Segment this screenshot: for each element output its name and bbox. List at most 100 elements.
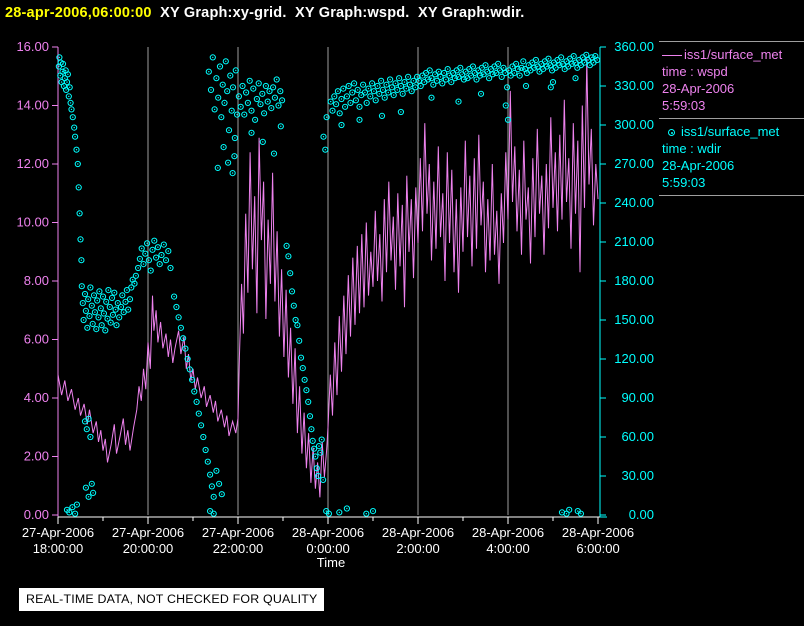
wdir-point-dot	[346, 507, 348, 510]
wdir-point-dot	[112, 314, 114, 316]
wdir-point-dot	[103, 312, 105, 315]
wdir-point-dot	[488, 77, 490, 79]
wdir-point-dot	[133, 282, 136, 285]
wdir-point-dot	[165, 259, 167, 261]
right-axis-tick-label: 270.00	[614, 156, 654, 171]
wdir-point-dot	[79, 238, 82, 241]
wdir-point-dot	[353, 82, 355, 85]
right-axis-tick-label: 180.00	[614, 273, 654, 288]
wdir-point-dot	[293, 305, 295, 307]
wdir-point-dot	[337, 90, 339, 92]
legend-variable-label: time : wspd	[662, 64, 728, 79]
wdir-point-dot	[231, 110, 233, 112]
wdir-point-dot	[213, 108, 216, 111]
wdir-point-dot	[148, 259, 150, 261]
wdir-point-dot	[511, 65, 514, 68]
wdir-point-dot	[429, 69, 431, 72]
wdir-point-dot	[402, 93, 404, 95]
wdir-point-dot	[151, 249, 154, 251]
wdir-point-dot	[104, 329, 107, 332]
wdir-point-dot	[463, 78, 465, 81]
wdir-point-dot	[250, 110, 253, 112]
wdir-point-dot	[87, 298, 89, 300]
wdir-point-dot	[189, 368, 191, 371]
left-axis-tick-label: 16.00	[16, 39, 49, 54]
wdir-point-dot	[535, 59, 537, 61]
wdir-point-dot	[407, 76, 409, 78]
wdir-point-dot	[111, 297, 113, 299]
wdir-point-dot	[567, 65, 569, 68]
wdir-point-dot	[208, 71, 210, 73]
wdir-point-dot	[391, 86, 393, 89]
wdir-point-dot	[120, 306, 122, 308]
wdir-point-dot	[65, 89, 67, 91]
wdir-point-dot	[225, 60, 227, 62]
wdir-point-dot	[63, 85, 65, 87]
right-axis-tick-label: 60.00	[621, 429, 654, 444]
wdir-point-dot	[227, 162, 229, 164]
wdir-point-dot	[113, 292, 116, 294]
wdir-point-dot	[114, 308, 117, 311]
wdir-point-dot	[385, 84, 388, 86]
x-axis-time-label: 22:00:00	[213, 541, 264, 556]
wdir-point-dot	[335, 103, 337, 105]
wdir-point-dot	[472, 65, 474, 68]
right-axis-tick-label: 30.00	[621, 468, 654, 483]
wdir-point-dot	[461, 73, 463, 76]
wdir-point-dot	[60, 81, 63, 83]
wdir-point-dot	[542, 68, 544, 70]
wdir-point-dot	[102, 295, 104, 298]
wdir-point-dot	[358, 106, 361, 108]
wdir-point-dot	[177, 316, 180, 319]
wdir-point-dot	[561, 511, 563, 514]
wdir-point-dot	[219, 65, 221, 68]
legend-date-label: 28-Apr-2006	[662, 158, 735, 173]
wdir-point-dot	[84, 420, 86, 423]
wdir-point-dot	[195, 401, 198, 403]
wdir-point-dot	[562, 63, 564, 65]
wdir-point-dot	[76, 503, 78, 506]
wdir-point-dot	[470, 74, 472, 77]
wdir-point-dot	[378, 93, 380, 95]
wdir-point-dot	[430, 77, 433, 79]
wdir-point-dot	[69, 102, 72, 104]
wdir-point-dot	[376, 85, 379, 87]
wdir-point-dot	[233, 155, 236, 157]
wdir-point-dot	[273, 152, 275, 155]
wdir-point-dot	[249, 80, 251, 82]
wdir-point-dot	[430, 97, 433, 99]
wdir-point-dot	[262, 141, 264, 143]
wdir-point-dot	[355, 99, 357, 102]
wdir-point-dot	[107, 289, 110, 291]
wdir-point-dot	[66, 81, 68, 83]
left-axis-tick-label: 4.00	[24, 390, 49, 405]
wdir-point-dot	[371, 82, 373, 85]
wdir-point-dot	[121, 294, 124, 296]
wdir-point-dot	[452, 72, 454, 74]
wdir-point-dot	[213, 496, 215, 498]
wdir-point-dot	[92, 323, 94, 325]
wdir-point-dot	[58, 65, 60, 68]
wdir-point-dot	[204, 449, 207, 451]
left-axis-tick-label: 8.00	[24, 273, 49, 288]
wdir-point-dot	[519, 74, 521, 77]
wdir-point-dot	[340, 124, 343, 126]
wdir-point-dot	[367, 87, 370, 90]
wdir-point-dot	[200, 424, 202, 426]
wdir-point-dot	[85, 310, 87, 312]
wdir-point-dot	[277, 104, 280, 107]
wdir-point-dot	[587, 59, 589, 61]
wdir-point-dot	[159, 263, 161, 265]
wdir-point-dot	[409, 84, 411, 86]
wdir-point-dot	[580, 513, 582, 515]
wdir-point-dot	[163, 243, 165, 246]
wdir-point-dot	[555, 67, 557, 69]
wdir-point-dot	[100, 307, 102, 309]
wdir-point-dot	[592, 61, 595, 64]
wdir-point-dot	[160, 254, 163, 256]
wdir-point-dot	[456, 69, 458, 72]
left-axis-tick-label: 14.00	[16, 98, 49, 113]
wdir-point-dot	[507, 119, 509, 121]
wdir-point-dot	[105, 301, 107, 303]
wdir-point-dot	[564, 68, 566, 70]
